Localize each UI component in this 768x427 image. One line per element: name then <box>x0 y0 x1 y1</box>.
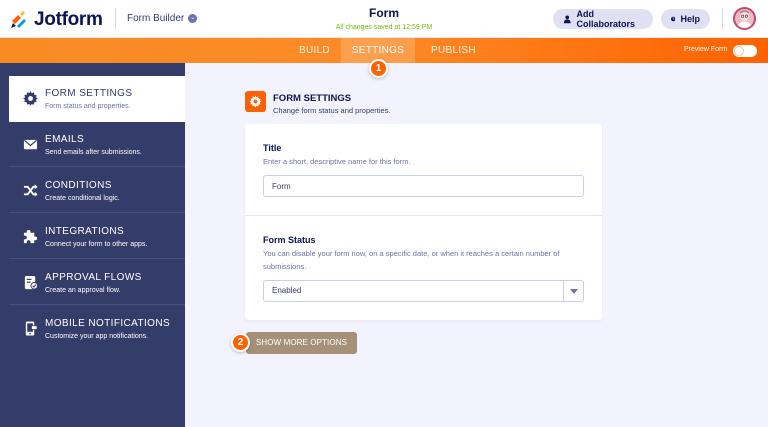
sidebar-item-subtitle: Customize your app notifications. <box>45 333 149 340</box>
select-arrow-box <box>563 281 583 301</box>
show-more-options-button[interactable]: SHOW MORE OPTIONS <box>246 332 357 354</box>
settings-card: Title Enter a short, descriptive name fo… <box>245 124 602 320</box>
avatar-face-icon <box>738 10 751 28</box>
sidebar-item-title: INTEGRATIONS <box>45 226 125 237</box>
approval-icon <box>24 275 38 290</box>
sidebar-item-subtitle: Connect your form to other apps. <box>45 241 148 248</box>
section-gear-icon <box>245 91 266 112</box>
header-divider-right <box>722 8 723 30</box>
page-subtitle: Change form status and properties. <box>273 106 391 115</box>
sidebar-item-integrations[interactable]: INTEGRATIONS Connect your form to other … <box>9 214 185 259</box>
sidebar-item-subtitle: Create an approval flow. <box>45 287 121 294</box>
top-header: Jotform Form Builder ⌄ Form All changes … <box>0 0 768 38</box>
sidebar-item-mobile-notifications[interactable]: MOBILE NOTIFICATIONS Customize your app … <box>9 306 185 351</box>
sidebar-item-subtitle: Form status and properties. <box>45 103 131 110</box>
form-status-select[interactable]: Enabled <box>263 280 584 302</box>
preview-form-label: Preview Form <box>684 46 728 53</box>
builder-nav-bar: BUILD SETTINGS PUBLISH Preview Form <box>0 38 768 63</box>
tab-build[interactable]: BUILD <box>299 38 330 63</box>
title-field-label: Title <box>263 143 282 153</box>
settings-sidebar: FORM SETTINGS Form status and properties… <box>0 63 185 427</box>
sidebar-item-conditions[interactable]: CONDITIONS Create conditional logic. <box>9 168 185 213</box>
preview-form-toggle[interactable] <box>733 45 757 57</box>
sidebar-item-subtitle: Send emails after submissions. <box>45 149 142 156</box>
puzzle-icon <box>23 229 38 244</box>
envelope-icon <box>23 139 38 150</box>
add-collaborators-label: Add Collaborators <box>576 9 635 29</box>
sidebar-item-title: EMAILS <box>45 134 85 145</box>
sidebar-item-form-settings[interactable]: FORM SETTINGS Form status and properties… <box>9 76 185 122</box>
mobile-icon <box>25 321 38 336</box>
add-collaborators-button[interactable]: Add Collaborators <box>553 9 653 29</box>
gear-icon <box>249 95 262 108</box>
title-field-description: Enter a short, descriptive name for this… <box>263 157 411 166</box>
shuffle-icon <box>23 184 38 197</box>
sidebar-item-emails[interactable]: EMAILS Send emails after submissions. <box>9 122 185 167</box>
help-button[interactable]: ? Help <box>661 9 710 29</box>
form-title-input[interactable] <box>263 175 584 197</box>
sidebar-item-title: FORM SETTINGS <box>45 88 133 99</box>
form-status-value: Enabled <box>272 286 302 295</box>
sidebar-item-title: APPROVAL FLOWS <box>45 272 142 283</box>
sidebar-item-approval-flows[interactable]: APPROVAL FLOWS Create an approval flow. <box>9 260 185 305</box>
callout-marker-1: 1 <box>369 59 388 78</box>
avatar[interactable] <box>733 7 756 30</box>
sidebar-item-subtitle: Create conditional logic. <box>45 195 120 202</box>
help-label: Help <box>680 14 700 24</box>
form-status-label: Form Status <box>263 235 316 245</box>
sidebar-item-title: MOBILE NOTIFICATIONS <box>45 318 171 329</box>
chevron-down-icon <box>570 289 578 294</box>
page-title: FORM SETTINGS <box>273 93 352 104</box>
form-status-description: You can disable your form now, on a spec… <box>263 249 560 271</box>
user-plus-icon <box>563 15 571 24</box>
save-status: All changes saved at 12:59 PM <box>335 24 433 31</box>
card-divider <box>245 215 602 216</box>
help-icon: ? <box>671 16 676 21</box>
callout-marker-2: 2 <box>231 333 250 352</box>
toggle-knob <box>735 47 743 55</box>
tab-publish[interactable]: PUBLISH <box>431 38 476 63</box>
sidebar-top-strip <box>0 63 185 76</box>
svg-text:?: ? <box>672 17 674 21</box>
gear-icon <box>23 91 38 106</box>
sidebar-item-title: CONDITIONS <box>45 180 112 191</box>
